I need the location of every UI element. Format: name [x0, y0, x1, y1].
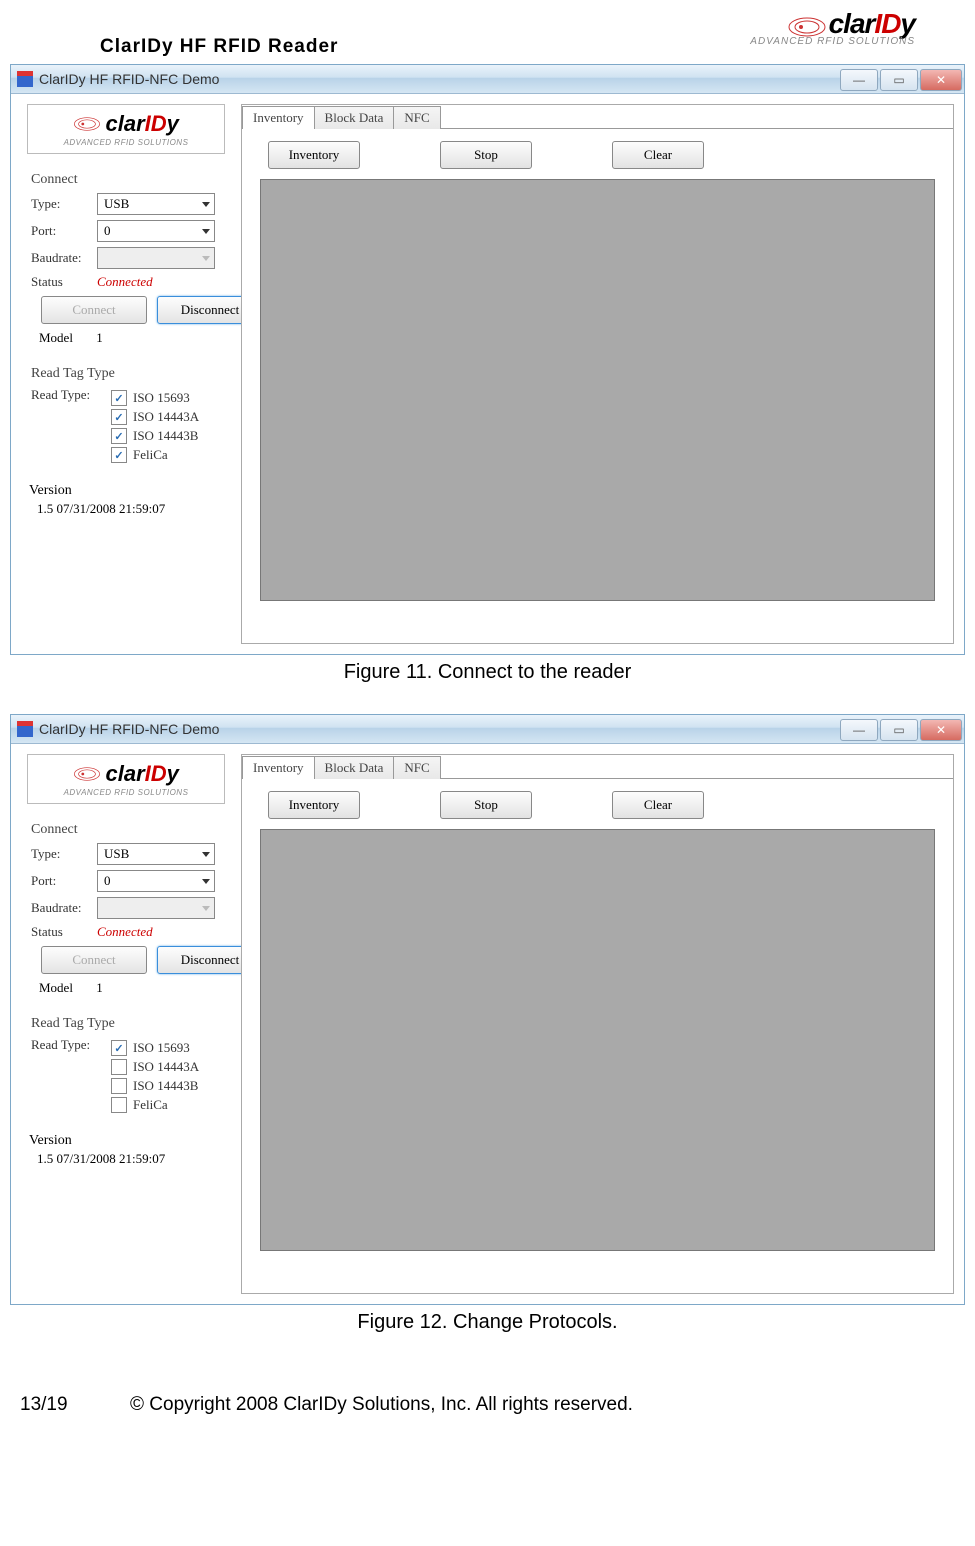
- iso14443a-checkbox[interactable]: [111, 409, 127, 425]
- maximize-button[interactable]: ▭: [880, 69, 918, 91]
- type-combo[interactable]: USB: [97, 843, 215, 865]
- iso14443b-checkbox[interactable]: [111, 1078, 127, 1094]
- sidebar-logo: clarIDy ADVANCED RFID SOLUTIONS: [27, 104, 225, 154]
- baudrate-label: Baudrate:: [31, 900, 97, 916]
- clear-button[interactable]: Clear: [612, 141, 704, 169]
- status-label: Status: [31, 274, 97, 290]
- brand-block: clarIDy ADVANCED RFID SOLUTIONS: [750, 8, 915, 47]
- status-label: Status: [31, 924, 97, 940]
- page-number: 13/19: [20, 1394, 130, 1416]
- baudrate-combo: [97, 897, 215, 919]
- iso15693-checkbox[interactable]: [111, 1040, 127, 1056]
- page-header: ClarIDy HF RFID Reader clarIDy ADVANCED …: [0, 8, 975, 58]
- page-footer: 13/19 © Copyright 2008 ClarIDy Solutions…: [0, 1364, 975, 1426]
- stop-button[interactable]: Stop: [440, 141, 532, 169]
- connect-group: Connect Type: USB Port: 0 Baudrate: St: [25, 164, 227, 354]
- app-icon: [17, 71, 33, 87]
- readtag-group: Read Tag Type Read Type: ISO 15693 ISO 1…: [25, 1008, 227, 1127]
- tabs: Inventory Block Data NFC: [242, 755, 953, 779]
- port-label: Port:: [31, 223, 97, 239]
- baudrate-combo: [97, 247, 215, 269]
- type-label: Type:: [31, 196, 97, 212]
- titlebar: ClarIDy HF RFID-NFC Demo — ▭ ✕: [11, 65, 964, 94]
- window-controls: — ▭ ✕: [840, 717, 964, 741]
- connect-group: Connect Type: USB Port: 0 Baudrate: St: [25, 814, 227, 1004]
- copyright: © Copyright 2008 ClarIDy Solutions, Inc.…: [130, 1394, 633, 1416]
- figure2-caption: Figure 12. Change Protocols.: [0, 1311, 975, 1334]
- caret-down-icon: [202, 906, 210, 911]
- iso15693-checkbox[interactable]: [111, 390, 127, 406]
- port-combo[interactable]: 0: [97, 220, 215, 242]
- caret-down-icon: [202, 256, 210, 261]
- version-group: Version 1.5 07/31/2008 21:59:07: [25, 481, 227, 521]
- results-panel: [260, 179, 935, 601]
- connect-button: Connect: [41, 296, 147, 324]
- version-label: Version: [29, 1133, 223, 1149]
- connect-label: Connect: [31, 172, 221, 188]
- window-controls: — ▭ ✕: [840, 67, 964, 91]
- swirl-icon: [787, 14, 827, 38]
- readtag-label: Read Tag Type: [31, 366, 221, 382]
- iso14443b-checkbox[interactable]: [111, 428, 127, 444]
- window-title: ClarIDy HF RFID-NFC Demo: [39, 721, 219, 737]
- model-row: Model 1: [39, 330, 221, 346]
- sidebar: clarIDy ADVANCED RFID SOLUTIONS Connect …: [21, 754, 231, 1294]
- caret-down-icon: [202, 229, 210, 234]
- app-window-fig1: ClarIDy HF RFID-NFC Demo — ▭ ✕ clarIDy A…: [10, 64, 965, 655]
- caret-down-icon: [202, 852, 210, 857]
- type-label: Type:: [31, 846, 97, 862]
- connect-button: Connect: [41, 946, 147, 974]
- app-window-fig2: ClarIDy HF RFID-NFC Demo — ▭ ✕ clarIDy A…: [10, 714, 965, 1305]
- readtype-label: Read Type:: [31, 387, 111, 403]
- tab-inventory[interactable]: Inventory: [242, 756, 315, 779]
- main-area: Inventory Block Data NFC Inventory Stop …: [241, 104, 954, 644]
- readtype-label: Read Type:: [31, 1037, 111, 1053]
- felica-checkbox[interactable]: [111, 1097, 127, 1113]
- brand-tagline: ADVANCED RFID SOLUTIONS: [750, 36, 915, 47]
- readtag-label: Read Tag Type: [31, 1016, 221, 1032]
- felica-checkbox[interactable]: [111, 447, 127, 463]
- clear-button[interactable]: Clear: [612, 791, 704, 819]
- version-label: Version: [29, 483, 223, 499]
- version-group: Version 1.5 07/31/2008 21:59:07: [25, 1131, 227, 1171]
- readtag-group: Read Tag Type Read Type: ISO 15693 ISO 1…: [25, 358, 227, 477]
- tabs: Inventory Block Data NFC: [242, 105, 953, 129]
- caret-down-icon: [202, 202, 210, 207]
- caret-down-icon: [202, 879, 210, 884]
- version-value: 1.5 07/31/2008 21:59:07: [37, 501, 223, 517]
- tab-nfc[interactable]: NFC: [393, 106, 440, 129]
- status-value: Connected: [97, 924, 153, 940]
- stop-button[interactable]: Stop: [440, 791, 532, 819]
- status-value: Connected: [97, 274, 153, 290]
- sidebar: clarIDy ADVANCED RFID SOLUTIONS Connect …: [21, 104, 231, 644]
- document-title: ClarIDy HF RFID Reader: [100, 36, 338, 58]
- window-title: ClarIDy HF RFID-NFC Demo: [39, 71, 219, 87]
- minimize-button[interactable]: —: [840, 69, 878, 91]
- close-button[interactable]: ✕: [920, 69, 962, 91]
- port-combo[interactable]: 0: [97, 870, 215, 892]
- type-combo[interactable]: USB: [97, 193, 215, 215]
- results-panel: [260, 829, 935, 1251]
- connect-label: Connect: [31, 822, 221, 838]
- app-icon: [17, 721, 33, 737]
- tab-inventory[interactable]: Inventory: [242, 106, 315, 129]
- version-value: 1.5 07/31/2008 21:59:07: [37, 1151, 223, 1167]
- iso14443a-checkbox[interactable]: [111, 1059, 127, 1075]
- main-area: Inventory Block Data NFC Inventory Stop …: [241, 754, 954, 1294]
- maximize-button[interactable]: ▭: [880, 719, 918, 741]
- baudrate-label: Baudrate:: [31, 250, 97, 266]
- port-label: Port:: [31, 873, 97, 889]
- titlebar: ClarIDy HF RFID-NFC Demo — ▭ ✕: [11, 715, 964, 744]
- tab-blockdata[interactable]: Block Data: [314, 106, 395, 129]
- figure1-caption: Figure 11. Connect to the reader: [0, 661, 975, 684]
- sidebar-logo: clarIDy ADVANCED RFID SOLUTIONS: [27, 754, 225, 804]
- model-row: Model 1: [39, 980, 221, 996]
- close-button[interactable]: ✕: [920, 719, 962, 741]
- tab-blockdata[interactable]: Block Data: [314, 756, 395, 779]
- tab-nfc[interactable]: NFC: [393, 756, 440, 779]
- minimize-button[interactable]: —: [840, 719, 878, 741]
- inventory-button[interactable]: Inventory: [268, 791, 360, 819]
- inventory-button[interactable]: Inventory: [268, 141, 360, 169]
